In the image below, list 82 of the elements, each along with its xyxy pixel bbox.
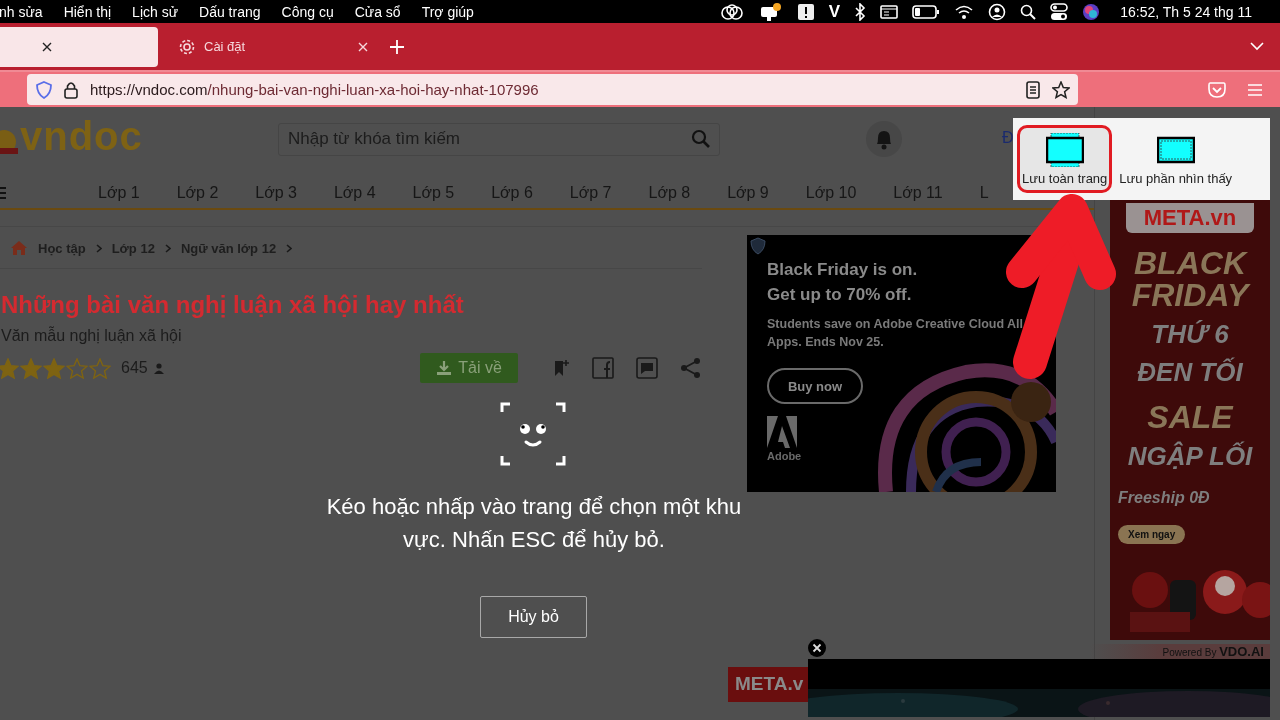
download-button[interactable]: Tải về [420, 353, 518, 383]
alert-icon[interactable] [796, 2, 815, 21]
ad-headline: Get up to 70% off. [767, 284, 913, 306]
siri-icon[interactable] [1082, 2, 1101, 21]
clock[interactable]: 16:52, Th 5 24 thg 11 [1120, 3, 1252, 20]
menu-item[interactable]: Lịch sử [132, 3, 179, 20]
brand-logo-icon [767, 416, 797, 448]
brand-name: Adobe [767, 450, 801, 462]
ad-banner[interactable]: Black Friday is on. Get up to 70% off. Students save on Adobe Creative Cloud All Apps. Ends Nov 25. Buy now Adobe [747, 235, 1056, 492]
face-icon [500, 402, 566, 466]
shield-icon [750, 237, 766, 255]
shield-icon [36, 80, 52, 99]
nav-link[interactable]: Lớp 1 [98, 183, 140, 202]
save-option[interactable]: Lưu phần nhìn thấy [1114, 125, 1238, 193]
save-option[interactable]: Lưu toàn trang [1017, 125, 1113, 193]
chevron-down-icon[interactable] [1250, 42, 1264, 52]
ad-banner[interactable]: META.v [728, 667, 808, 702]
nav-link[interactable]: Lớp 4 [333, 183, 376, 202]
nav-link[interactable]: Lớp 10 [805, 183, 857, 202]
star-icon [43, 357, 65, 379]
battery-icon[interactable] [912, 4, 941, 19]
wifi-icon[interactable] [954, 3, 975, 20]
star-icon [0, 357, 19, 379]
article-title: Những bài văn nghị luận xã hội hay nhất [1, 291, 465, 319]
url-text: https://vndoc.com/nhung-bai-van-nghi-luan-xa-hoi-hay-nhat-107996 [90, 81, 539, 98]
star-icon [89, 357, 111, 379]
browser-tab[interactable]: Cài đặt [166, 26, 382, 67]
pocket-icon[interactable] [1208, 81, 1226, 98]
ad-headline: THỨ 6 [1151, 319, 1229, 349]
person-icon [153, 362, 164, 374]
ad-headline: SALE [1146, 401, 1235, 433]
nav-link[interactable]: Lớp 8 [648, 183, 691, 202]
user-icon[interactable] [988, 2, 1007, 21]
nav-link[interactable]: Lớp 9 [727, 183, 769, 202]
menu-item[interactable]: Trợ giúp [421, 3, 474, 20]
chevron-right-icon [164, 243, 171, 253]
bluetooth-icon[interactable] [854, 2, 867, 21]
instruction-text: Kéo hoặc nhấp vào trang để chọn một khu vực. Nhấn ESC để hủy bỏ. [325, 493, 743, 554]
view-button[interactable]: Xem ngay [1118, 525, 1186, 544]
download-icon [436, 360, 453, 376]
nav-link[interactable]: Lớp 5 [412, 183, 455, 202]
chevron-right-icon [95, 243, 102, 253]
keyboard-window-icon[interactable] [880, 3, 899, 20]
app-letter-icon[interactable]: V [828, 1, 841, 22]
close-icon[interactable] [42, 41, 52, 52]
new-tab-icon[interactable] [390, 39, 404, 54]
star-icon [20, 357, 42, 379]
nav-link[interactable]: Lớp 11 [893, 183, 943, 202]
brand-logo: META.vn [1125, 203, 1255, 233]
cancel-button[interactable]: Hủy bỏ [480, 596, 587, 638]
menu-item[interactable]: Công cụ [281, 3, 334, 20]
nav-link[interactable]: L [979, 183, 989, 202]
notification-icon[interactable] [758, 1, 783, 22]
star-icon[interactable] [1052, 80, 1070, 99]
nav-link[interactable]: Lớp 2 [176, 183, 219, 202]
full-page-icon [1045, 133, 1084, 167]
cloud-icon[interactable] [718, 2, 745, 21]
lock-icon [64, 80, 78, 99]
reader-view-icon[interactable] [1026, 80, 1040, 99]
ad-headline: ĐEN TỐI [1137, 357, 1243, 387]
address-field[interactable]: https://vndoc.com/nhung-bai-van-nghi-luan-xa-hoi-hay-nhat-107996 [27, 74, 1078, 105]
nav-link[interactable]: Lớp 7 [569, 183, 612, 202]
nav-link[interactable]: Lớp 6 [491, 183, 533, 202]
star-icon [66, 357, 88, 379]
menu-item[interactable]: Hiển thị [63, 3, 112, 20]
menu-item[interactable]: Cửa sổ [354, 3, 401, 20]
star-rating[interactable] [0, 357, 111, 379]
toggles-icon[interactable] [1050, 2, 1069, 21]
ad-text: Students save on Adobe Creative Cloud All Apps. Ends Nov 25. [767, 316, 1025, 351]
menu-item[interactable]: nh sửa [0, 3, 43, 20]
browser-tab[interactable] [0, 26, 158, 67]
search-icon[interactable] [1020, 3, 1037, 20]
gear-icon [178, 37, 196, 56]
buy-button[interactable]: Buy now [767, 368, 863, 404]
nav-link[interactable]: Lớp 3 [255, 183, 297, 202]
ad-headline: Black Friday is on. [767, 259, 919, 281]
ad-headline: BLACK FRIDAY [1130, 247, 1252, 311]
chevron-right-icon [286, 243, 293, 253]
ad-text: Freeship 0Đ [1117, 489, 1210, 507]
ad-headline: NGẬP LỐI [1127, 441, 1253, 471]
menu-item[interactable]: Dấu trang [199, 3, 261, 20]
close-button[interactable] [808, 639, 826, 657]
